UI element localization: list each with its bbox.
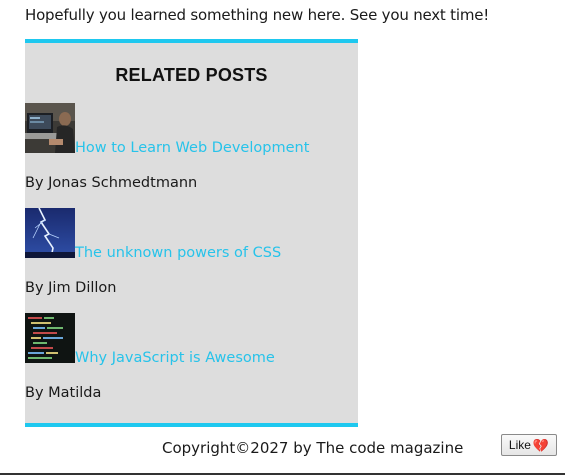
like-button-label: Like: [508, 438, 531, 452]
post-author: By Matilda: [25, 385, 102, 401]
related-posts-heading: RELATED POSTS: [115, 65, 268, 85]
post-title-link[interactable]: Why JavaScript is Awesome: [75, 349, 275, 367]
post-title-link[interactable]: The unknown powers of CSS: [75, 244, 281, 262]
post-author: By Jonas Schmedtmann: [25, 175, 198, 191]
code-screen-photo: [25, 313, 75, 363]
like-button[interactable]: Like 💔: [501, 434, 557, 456]
post-thumbnail[interactable]: [25, 208, 75, 258]
post-thumbnail[interactable]: [25, 313, 75, 363]
lightning-photo: [25, 208, 75, 258]
related-posts-panel: RELATED POSTS How to Learn Web Developme…: [25, 39, 358, 427]
page: Hopefully you learned something new here…: [0, 0, 565, 475]
post-author: By Jim Dillon: [25, 280, 117, 296]
closing-paragraph: Hopefully you learned something new here…: [25, 6, 490, 24]
laptop-developer-photo: [25, 103, 75, 153]
copyright-footer: Copyright©2027 by The code magazine: [162, 439, 464, 457]
post-thumbnail[interactable]: [25, 103, 75, 153]
post-title-link[interactable]: How to Learn Web Development: [75, 139, 309, 157]
broken-heart-icon: 💔: [532, 437, 550, 453]
